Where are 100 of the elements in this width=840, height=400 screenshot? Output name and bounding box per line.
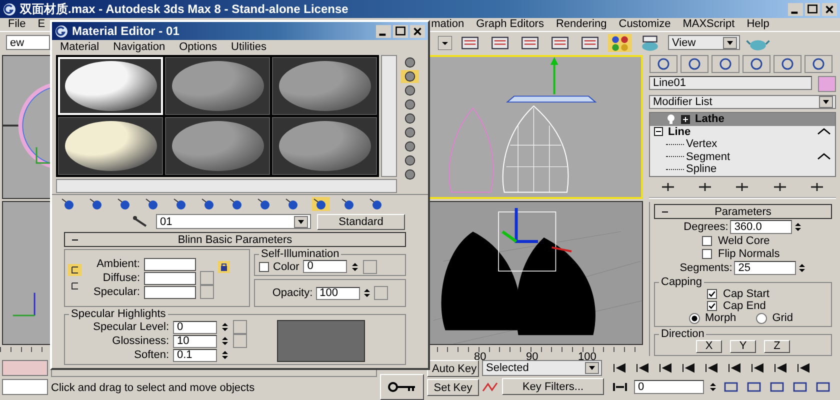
color-swatch[interactable]: [2, 379, 48, 395]
checkbox[interactable]: [259, 262, 269, 272]
stack-item[interactable]: Line: [650, 126, 835, 138]
menu-item[interactable]: Help: [746, 18, 770, 31]
spinner-icon[interactable]: [221, 321, 229, 333]
sub-object-label: Vertex: [686, 138, 718, 150]
checkbox-label: Flip Normals: [718, 248, 780, 260]
collapse-icon[interactable]: [654, 127, 663, 136]
group-title: Self-Illumination: [260, 249, 340, 260]
checkbox[interactable]: [707, 301, 717, 311]
sub-object-item[interactable]: Vertex: [650, 138, 835, 150]
status-message: Click and drag to select and move objects: [51, 381, 256, 395]
menu-item[interactable]: Navigation: [113, 40, 166, 54]
spinner-icon[interactable]: [221, 349, 229, 361]
degrees-field[interactable]: 360.0: [730, 220, 792, 234]
color-swatch[interactable]: [144, 286, 196, 298]
hierarchy-icon[interactable]: [711, 55, 740, 73]
menu-item[interactable]: E: [38, 18, 46, 31]
sub-object-item[interactable]: Spline: [650, 163, 835, 176]
sub-object-label: Segment: [686, 150, 730, 163]
checkbox-option[interactable]: Weld Core: [654, 235, 832, 247]
set-key-button[interactable]: Set Key: [427, 379, 479, 396]
minimize-icon[interactable]: [376, 24, 391, 38]
key-filters-button[interactable]: Key Filters...: [502, 378, 604, 395]
spinner-icon[interactable]: [221, 335, 229, 347]
spinner-icon[interactable]: [709, 381, 717, 393]
group-title: Capping: [660, 276, 703, 288]
sub-object-item[interactable]: Segment: [650, 150, 835, 163]
parameter-field[interactable]: 0: [173, 320, 217, 334]
horizontal-scrollbar[interactable]: [56, 179, 397, 193]
opacity-field[interactable]: 100: [316, 286, 360, 300]
stack-item-label: Line: [668, 126, 691, 138]
caret-icon: [723, 36, 737, 48]
modify-icon[interactable]: [680, 55, 709, 73]
material-type-button[interactable]: Standard: [317, 214, 405, 230]
menu-item[interactable]: MAXScript: [682, 18, 735, 31]
material-slot[interactable]: [58, 117, 163, 175]
axis-button[interactable]: Y: [730, 340, 756, 353]
key-icon: [387, 382, 417, 392]
close-icon[interactable]: [822, 2, 837, 16]
tangent-curve-icon[interactable]: [482, 380, 498, 392]
radio-button[interactable]: [756, 312, 768, 324]
move-gizmo-icon[interactable]: [501, 208, 572, 252]
menu-item[interactable]: Customize: [618, 18, 671, 31]
stack-item[interactable]: Lathe: [650, 113, 835, 126]
utilities-icon[interactable]: [804, 55, 833, 73]
checkbox-option[interactable]: Flip Normals: [654, 248, 832, 260]
minimize-icon[interactable]: [788, 2, 803, 16]
menu-item[interactable]: Rendering: [556, 18, 607, 31]
material-editor-icon[interactable]: [608, 34, 632, 52]
rollout-header[interactable]: Blinn Basic Parameters: [64, 232, 406, 247]
parameter-field[interactable]: 10: [173, 334, 217, 348]
self-illumination-field[interactable]: 0: [303, 260, 348, 273]
display-icon[interactable]: [773, 55, 802, 73]
sub-object-label: Spline: [686, 163, 717, 176]
key-mode-icon[interactable]: [611, 381, 629, 393]
key-mode-dropdown[interactable]: Selected: [482, 360, 602, 376]
checkbox[interactable]: [702, 236, 712, 246]
menu-item[interactable]: Options: [179, 40, 218, 54]
set-key-mode-button[interactable]: [380, 374, 424, 400]
material-name-field[interactable]: 01: [156, 214, 311, 229]
checkbox[interactable]: [707, 289, 717, 299]
color-swatch[interactable]: [2, 360, 48, 376]
menu-item[interactable]: Utilities: [231, 40, 266, 54]
motion-icon[interactable]: [742, 55, 771, 73]
menu-item[interactable]: mation: [431, 18, 464, 31]
spinner-icon[interactable]: [362, 287, 371, 299]
auto-key-button[interactable]: Auto Key: [427, 360, 479, 377]
axis-button[interactable]: X: [696, 340, 722, 353]
vertical-scrollbar[interactable]: [381, 55, 397, 177]
checkbox-option[interactable]: Cap Start: [659, 288, 827, 300]
menu-item[interactable]: File: [8, 18, 26, 31]
opacity-label: Opacity:: [272, 287, 313, 299]
checkbox[interactable]: [702, 249, 712, 259]
menu-item[interactable]: Graph Editors: [476, 18, 544, 31]
dropdown-arrow-icon[interactable]: [438, 36, 452, 50]
rollout-header[interactable]: Parameters: [654, 204, 832, 219]
render-type-dropdown[interactable]: View: [668, 35, 740, 50]
create-icon[interactable]: [649, 55, 678, 73]
current-frame-field[interactable]: 0: [634, 380, 704, 394]
parameter-field[interactable]: 0.1: [173, 348, 217, 362]
radio-option[interactable]: Morph: [689, 312, 736, 324]
close-icon[interactable]: [410, 24, 425, 38]
selection-filter-dropdown[interactable]: ew: [6, 35, 50, 50]
lock-icon[interactable]: [218, 261, 230, 273]
lock-toggle-icon[interactable]: [68, 264, 82, 276]
menu-item[interactable]: Material: [60, 40, 100, 54]
expand-icon[interactable]: [681, 114, 690, 124]
object-color-swatch[interactable]: [818, 76, 836, 92]
radio-button[interactable]: [689, 312, 700, 324]
object-name-field[interactable]: Line01: [649, 76, 812, 90]
stack-item-label: Lathe: [695, 113, 724, 126]
radio-option[interactable]: Grid: [756, 312, 793, 324]
checkbox-option[interactable]: Cap End: [659, 300, 827, 312]
axis-button[interactable]: Z: [764, 340, 790, 353]
modifier-list-dropdown[interactable]: Modifier List: [649, 95, 836, 109]
color-swatch[interactable]: [144, 272, 196, 284]
spinner-icon[interactable]: [351, 260, 360, 272]
color-swatch[interactable]: [144, 258, 196, 270]
segments-field[interactable]: 25: [734, 261, 796, 275]
